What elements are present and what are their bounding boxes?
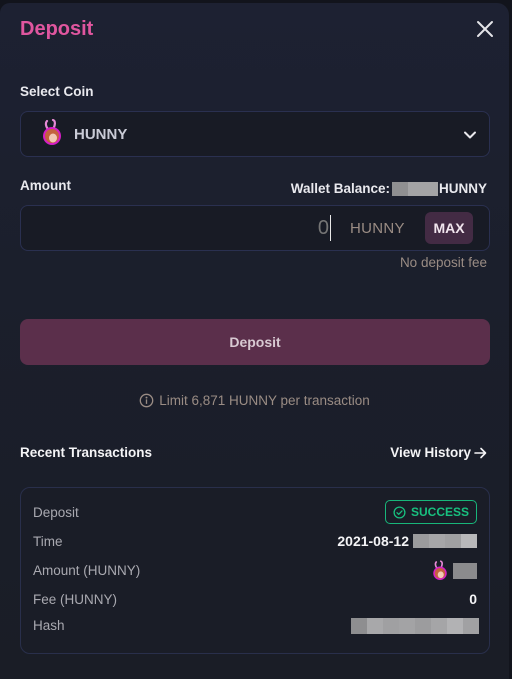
- tx-hash-redacted[interactable]: [351, 618, 479, 634]
- limit-note: Limit 6,871 HUNNY per transaction: [0, 393, 509, 408]
- max-button[interactable]: MAX: [425, 212, 473, 244]
- tx-time-label: Time: [33, 534, 63, 549]
- deposit-modal: Deposit Select Coin HUNNY Amount Wallet …: [0, 3, 509, 679]
- wallet-balance-unit: HUNNY: [438, 181, 487, 196]
- tx-date: 2021-08-12: [337, 533, 409, 549]
- close-icon[interactable]: [475, 19, 495, 39]
- amount-input[interactable]: [81, 215, 331, 241]
- status-badge: SUCCESS: [384, 500, 477, 524]
- arrow-right-icon: [474, 447, 487, 458]
- tx-amount-value: [431, 560, 477, 582]
- chevron-down-icon: [464, 131, 476, 139]
- modal-title: Deposit: [20, 18, 94, 40]
- view-history-label: View History: [390, 445, 471, 460]
- select-coin-label: Select Coin: [20, 84, 94, 99]
- coin-select[interactable]: HUNNY: [20, 111, 490, 157]
- transaction-card: Deposit SUCCESS Time 2021-08-12 Amount (…: [20, 487, 490, 654]
- fee-note: No deposit fee: [399, 255, 487, 270]
- selected-coin: HUNNY: [74, 126, 128, 143]
- wallet-balance: Wallet Balance: HUNNY: [291, 181, 487, 196]
- amount-field[interactable]: HUNNY MAX: [20, 205, 490, 251]
- amount-unit: HUNNY: [350, 220, 405, 237]
- hunny-coin-icon: [43, 119, 61, 145]
- status-text: SUCCESS: [410, 505, 469, 519]
- wallet-balance-value-redacted: [391, 181, 438, 196]
- tx-fee-label: Fee (HUNNY): [33, 592, 118, 607]
- hunny-coin-icon: [433, 560, 447, 580]
- tx-fee-value: 0: [469, 591, 477, 607]
- tx-amount-label: Amount (HUNNY): [33, 563, 141, 578]
- wallet-balance-label: Wallet Balance:: [290, 181, 390, 196]
- info-icon: [139, 393, 154, 408]
- limit-text: Limit 6,871 HUNNY per transaction: [159, 393, 370, 408]
- tx-hash-label: Hash: [33, 618, 65, 633]
- deposit-button[interactable]: Deposit: [20, 319, 490, 365]
- recent-transactions-title: Recent Transactions: [20, 445, 153, 460]
- tx-time-redacted: [413, 534, 477, 548]
- amount-label: Amount: [20, 178, 71, 193]
- view-history-link[interactable]: View History: [390, 445, 487, 460]
- tx-amount-redacted: [453, 563, 477, 579]
- tx-time-value: 2021-08-12: [337, 533, 477, 549]
- check-circle-icon: [393, 505, 406, 519]
- tx-type: Deposit: [33, 505, 79, 520]
